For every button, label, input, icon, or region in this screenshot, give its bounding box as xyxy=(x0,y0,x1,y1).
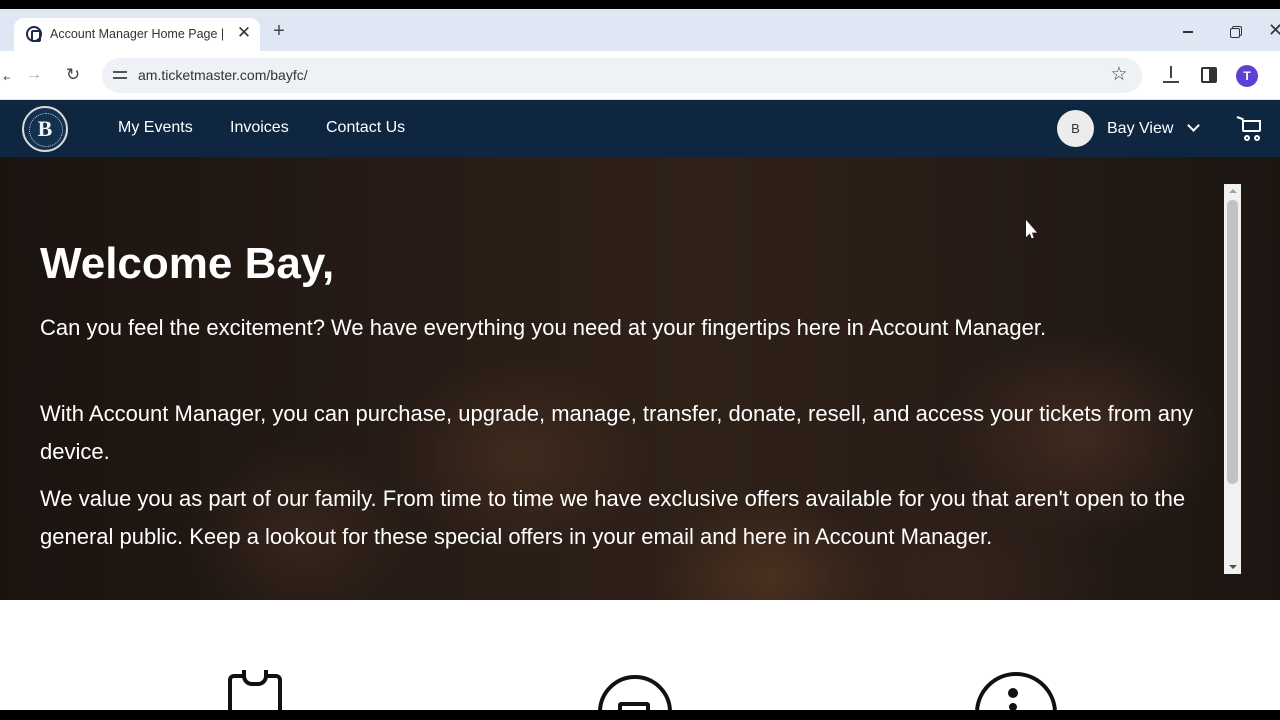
browser-toolbar: ← → ↻ am.ticketmaster.com/bayfc/ ☆ T xyxy=(0,51,1280,100)
browser-tab-strip: Account Manager Home Page | ✕ + ✕ xyxy=(0,9,1280,51)
hero-paragraph: We value you as part of our family. From… xyxy=(40,486,1186,549)
nav-my-events[interactable]: My Events xyxy=(118,119,193,137)
user-avatar[interactable]: B xyxy=(1057,110,1094,147)
scroll-up-icon[interactable] xyxy=(1224,184,1241,198)
top-border xyxy=(0,0,1280,9)
welcome-heading: Welcome Bay, xyxy=(40,239,335,288)
browser-profile-avatar[interactable]: T xyxy=(1236,65,1258,87)
side-panel-icon[interactable] xyxy=(1201,67,1217,83)
user-menu-name[interactable]: Bay View xyxy=(1107,120,1173,138)
tab-close-icon[interactable]: ✕ xyxy=(234,23,254,43)
address-bar[interactable]: am.ticketmaster.com/bayfc/ ☆ xyxy=(102,58,1142,93)
bottom-border xyxy=(0,710,1280,720)
nav-invoices[interactable]: Invoices xyxy=(230,119,289,137)
download-icon[interactable] xyxy=(1160,64,1182,86)
hero-text-scroll-area[interactable]: Welcome Bay, Can you feel the excitement… xyxy=(0,157,1241,600)
back-icon[interactable]: ← xyxy=(0,65,10,85)
hero-paragraph: With Account Manager, you can purchase, … xyxy=(40,401,1194,464)
hero-paragraph: Can you feel the excitement? We have eve… xyxy=(40,315,1047,340)
bookmark-star-icon[interactable]: ☆ xyxy=(1108,64,1130,86)
window-close-icon[interactable]: ✕ xyxy=(1268,20,1280,40)
tab-title: Account Manager Home Page | xyxy=(50,27,225,41)
new-tab-icon[interactable]: + xyxy=(268,20,290,42)
reload-icon[interactable]: ↻ xyxy=(62,64,84,86)
scroll-down-icon[interactable] xyxy=(1224,560,1241,574)
welcome-hero: Welcome Bay, Can you feel the excitement… xyxy=(0,157,1280,600)
nav-contact-us[interactable]: Contact Us xyxy=(326,119,405,137)
site-navigation: B My Events Invoices Contact Us B Bay Vi… xyxy=(0,100,1280,157)
chevron-down-icon[interactable] xyxy=(1186,120,1200,134)
logo-letter: B xyxy=(37,116,53,141)
jersey-icon[interactable] xyxy=(220,670,284,720)
info-icon[interactable] xyxy=(975,672,1057,720)
features-section xyxy=(0,600,1280,720)
ticket-icon[interactable] xyxy=(598,675,672,720)
site-favicon-icon xyxy=(26,26,42,42)
hero-scrollbar[interactable] xyxy=(1224,184,1241,574)
browser-tab[interactable]: Account Manager Home Page | ✕ xyxy=(14,18,260,51)
minimize-icon[interactable] xyxy=(1178,23,1198,39)
url-text[interactable]: am.ticketmaster.com/bayfc/ xyxy=(138,67,308,83)
site-settings-icon[interactable] xyxy=(112,67,128,83)
club-logo[interactable]: B xyxy=(22,106,68,152)
cart-icon[interactable] xyxy=(1236,116,1265,142)
restore-icon[interactable] xyxy=(1226,23,1246,39)
scrollbar-thumb[interactable] xyxy=(1227,200,1238,484)
forward-icon[interactable]: → xyxy=(24,65,44,85)
